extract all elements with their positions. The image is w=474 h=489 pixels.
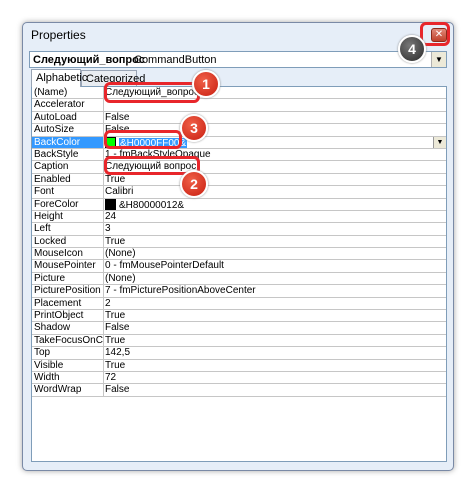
property-name: PicturePosition (32, 285, 104, 297)
property-row-picture[interactable]: Picture (None) (32, 272, 446, 286)
property-value[interactable]: (None) (103, 273, 446, 284)
property-row-autosize[interactable]: AutoSize False (32, 124, 446, 137)
object-selector[interactable]: Следующий_вопрос CommandButton ▼ (29, 51, 447, 68)
property-name: AutoSize (32, 124, 104, 136)
property-name: TakeFocusOnClick (34, 334, 104, 347)
callout-badge-1: 1 (192, 70, 220, 98)
property-row-mouseicon[interactable]: MouseIcon (None) (32, 248, 446, 261)
property-row-visible[interactable]: Visible True (32, 359, 446, 372)
title-bar[interactable]: Properties ✕ (23, 23, 453, 47)
color-swatch-black (105, 198, 116, 210)
property-value[interactable]: &H80000012& (103, 198, 446, 210)
property-name: Height (32, 210, 104, 223)
highlight-name-value (104, 82, 200, 103)
property-row-autoload[interactable]: AutoLoad False (32, 111, 446, 125)
forecolor-value: &H80000012& (119, 199, 185, 210)
property-value[interactable]: True (103, 236, 446, 247)
property-name: Left (32, 223, 104, 235)
property-name: AutoLoad (32, 111, 104, 124)
tab-alphabetic[interactable]: Alphabetic (31, 69, 87, 87)
property-name: Font (32, 186, 104, 198)
property-name: WordWrap (32, 384, 104, 396)
property-value[interactable]: 7 - fmPicturePositionAboveCenter (103, 285, 446, 296)
property-row-enabled[interactable]: Enabled True (32, 173, 446, 187)
property-name: Locked (32, 235, 104, 248)
property-name: ForeColor (32, 198, 104, 210)
properties-window: Properties ✕ Следующий_вопрос CommandBut… (22, 22, 454, 471)
property-value[interactable]: 142,5 (103, 347, 446, 358)
property-row-caption[interactable]: Caption Следующий вопрос (32, 161, 446, 174)
property-value[interactable]: 72 (103, 372, 446, 383)
property-value[interactable]: False (103, 322, 446, 333)
property-row-font[interactable]: Font Calibri (32, 186, 446, 199)
property-row-pictureposition[interactable]: PicturePosition 7 - fmPicturePositionAbo… (32, 285, 446, 298)
property-row-forecolor[interactable]: ForeColor &H80000012& (32, 198, 446, 211)
property-name: Visible (32, 359, 104, 371)
property-row-left[interactable]: Left 3 (32, 223, 446, 236)
property-name: Picture (32, 272, 104, 285)
property-value[interactable]: True (103, 360, 446, 371)
callout-badge-2: 2 (180, 170, 208, 198)
property-value[interactable]: Calibri (103, 186, 446, 197)
property-row-printobject[interactable]: PrintObject True (32, 310, 446, 323)
property-value[interactable]: 0 - fmMousePointerDefault (103, 260, 446, 271)
property-row-backcolor[interactable]: BackColor &H0000FF00& ▼ (32, 136, 446, 149)
chevron-down-icon[interactable]: ▼ (431, 52, 446, 67)
property-name: MousePointer (32, 260, 104, 272)
property-row-shadow[interactable]: Shadow False (32, 322, 446, 335)
property-name: MouseIcon (32, 248, 104, 260)
window-title: Properties (31, 28, 86, 42)
property-row-top[interactable]: Top 142,5 (32, 347, 446, 360)
property-row-width[interactable]: Width 72 (32, 371, 446, 385)
property-name: Placement (32, 297, 104, 310)
property-grid: (Name) Следующий_вопрос Accelerator Auto… (31, 86, 447, 462)
chevron-down-icon[interactable]: ▼ (433, 136, 446, 148)
property-row-takefocusonclick[interactable]: TakeFocusOnClick True (32, 334, 446, 348)
property-name: BackStyle (32, 148, 104, 161)
property-name: Caption (32, 161, 104, 173)
property-value[interactable]: 3 (103, 223, 446, 234)
property-row-locked[interactable]: Locked True (32, 235, 446, 249)
callout-badge-4: 4 (398, 35, 426, 63)
object-type: CommandButton (134, 54, 217, 66)
property-row-accelerator[interactable]: Accelerator (32, 99, 446, 112)
property-value[interactable]: True (103, 310, 446, 321)
property-value[interactable]: 24 (103, 211, 446, 222)
property-name: Top (32, 347, 104, 359)
highlight-backcolor-value (104, 130, 182, 149)
property-name: Shadow (32, 322, 104, 334)
property-row-height[interactable]: Height 24 (32, 210, 446, 224)
property-value[interactable]: 2 (103, 298, 446, 309)
property-value[interactable]: False (103, 112, 446, 123)
property-row-wordwrap[interactable]: WordWrap False (32, 384, 446, 397)
property-value[interactable]: True (103, 174, 446, 185)
property-name: Enabled (32, 173, 104, 186)
callout-badge-3: 3 (180, 114, 208, 142)
property-row-name[interactable]: (Name) Следующий_вопрос (32, 87, 446, 100)
property-row-placement[interactable]: Placement 2 (32, 297, 446, 311)
property-row-mousepointer[interactable]: MousePointer 0 - fmMousePointerDefault (32, 260, 446, 273)
property-name: Accelerator (32, 99, 104, 111)
property-value[interactable]: (None) (103, 248, 446, 259)
property-name: (Name) (32, 87, 104, 99)
property-name: Width (32, 371, 104, 384)
property-name: PrintObject (32, 310, 104, 322)
object-name: Следующий_вопрос (33, 54, 145, 66)
property-value[interactable]: False (103, 384, 446, 395)
property-name: BackColor (32, 136, 104, 148)
property-value[interactable]: True (103, 335, 446, 346)
property-row-backstyle[interactable]: BackStyle 1 - fmBackStyleOpaque (32, 148, 446, 162)
